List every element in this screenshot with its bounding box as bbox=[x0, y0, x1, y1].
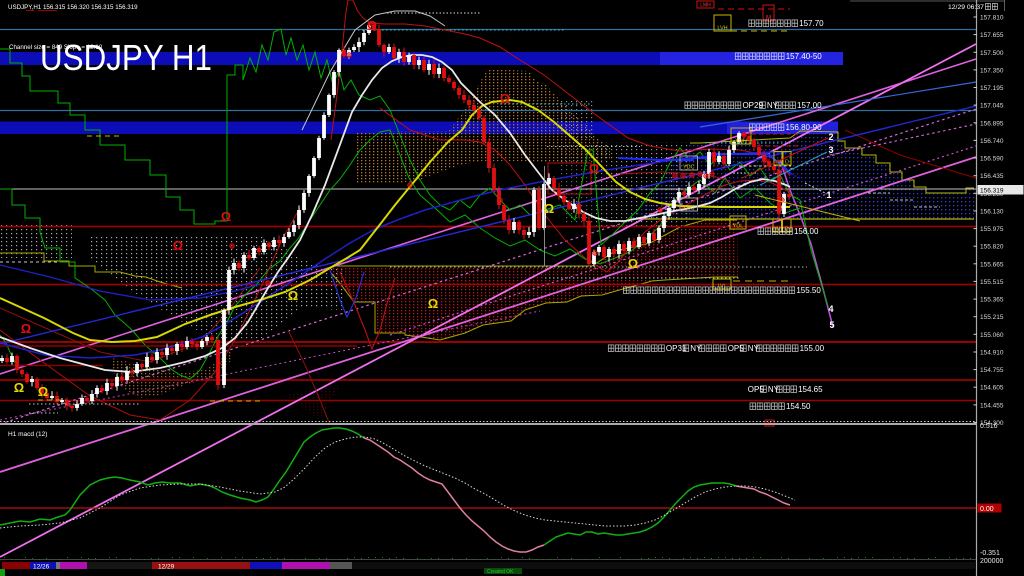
svg-text:155.215: 155.215 bbox=[980, 314, 1004, 321]
svg-text:YDO: YDO bbox=[683, 206, 696, 212]
svg-text:157.195: 157.195 bbox=[980, 85, 1004, 92]
svg-text:156.590: 156.590 bbox=[980, 156, 1004, 163]
svg-text:154.910: 154.910 bbox=[980, 349, 1004, 356]
svg-text:155.975: 155.975 bbox=[980, 226, 1004, 233]
svg-text:Ω: Ω bbox=[589, 161, 599, 176]
svg-text:157.655: 157.655 bbox=[980, 32, 1004, 39]
svg-text:0.00: 0.00 bbox=[980, 506, 994, 513]
svg-text:154.755: 154.755 bbox=[980, 367, 1004, 374]
svg-text:5: 5 bbox=[829, 320, 834, 330]
svg-text:Ω: Ω bbox=[428, 296, 438, 311]
svg-text:157.045: 157.045 bbox=[980, 103, 1004, 110]
svg-text:Ω: Ω bbox=[500, 91, 510, 106]
svg-text:154.50: 154.50 bbox=[786, 402, 811, 411]
svg-text:156.00: 156.00 bbox=[794, 227, 819, 236]
svg-text:156.740: 156.740 bbox=[980, 138, 1004, 145]
svg-text:157.500: 157.500 bbox=[980, 50, 1004, 57]
svg-text:155.515: 155.515 bbox=[980, 279, 1004, 286]
svg-text:Ω: Ω bbox=[288, 288, 298, 303]
svg-text:YDL: YDL bbox=[733, 224, 744, 230]
svg-text:Ω: Ω bbox=[628, 256, 638, 271]
svg-text:Ω: Ω bbox=[544, 201, 554, 216]
svg-text:Ω: Ω bbox=[221, 209, 231, 224]
svg-text:12/29: 12/29 bbox=[158, 564, 175, 571]
svg-text:157.40-50: 157.40-50 bbox=[786, 52, 823, 61]
svg-text:155.665: 155.665 bbox=[980, 261, 1004, 268]
svg-text:155.00: 155.00 bbox=[800, 344, 825, 353]
svg-text:0.516: 0.516 bbox=[980, 423, 998, 430]
svg-text:3: 3 bbox=[828, 145, 833, 155]
svg-text:Channel size = 849 Slope = 12.: Channel size = 849 Slope = 12.10 bbox=[9, 44, 103, 51]
svg-text:156.80-90: 156.80-90 bbox=[786, 123, 823, 132]
svg-text:156.130: 156.130 bbox=[980, 208, 1004, 215]
svg-text:D: D bbox=[785, 160, 789, 166]
svg-text:LVH: LVH bbox=[717, 26, 727, 32]
svg-text:155.50: 155.50 bbox=[796, 286, 821, 295]
svg-text:Ω: Ω bbox=[173, 238, 183, 253]
svg-text:157.70: 157.70 bbox=[799, 19, 824, 28]
svg-text:Created OK: Created OK bbox=[487, 569, 514, 575]
svg-text:154.605: 154.605 bbox=[980, 385, 1004, 392]
svg-text:YDC: YDC bbox=[683, 165, 695, 171]
svg-text:Ω: Ω bbox=[14, 380, 24, 395]
svg-text:Ω: Ω bbox=[38, 384, 48, 399]
svg-text:155.820: 155.820 bbox=[980, 244, 1004, 251]
svg-text:YDH: YDH bbox=[735, 139, 747, 145]
svg-text:LMH: LMH bbox=[700, 3, 711, 9]
svg-text:155.365: 155.365 bbox=[980, 297, 1004, 304]
svg-text:12/29 06:37: 12/29 06:37 bbox=[948, 4, 984, 11]
svg-text:4: 4 bbox=[828, 304, 833, 314]
svg-text:Ω: Ω bbox=[21, 321, 31, 336]
svg-text:200000: 200000 bbox=[980, 558, 1003, 565]
svg-text:157.00: 157.00 bbox=[797, 101, 822, 110]
svg-text:12/26: 12/26 bbox=[33, 564, 50, 571]
svg-text:155.060: 155.060 bbox=[980, 332, 1004, 339]
svg-text:154.65: 154.65 bbox=[798, 385, 823, 394]
svg-text:1: 1 bbox=[826, 190, 831, 200]
svg-text:156.895: 156.895 bbox=[980, 120, 1004, 127]
svg-text:156.319: 156.319 bbox=[980, 187, 1004, 194]
svg-text:156.435: 156.435 bbox=[980, 173, 1004, 180]
svg-text:154.455: 154.455 bbox=[980, 402, 1004, 409]
svg-text:H1 macd (12): H1 macd (12) bbox=[8, 431, 47, 438]
svg-text:157.350: 157.350 bbox=[980, 67, 1004, 74]
svg-text:157.810: 157.810 bbox=[980, 15, 1004, 22]
svg-text:LVL: LVL bbox=[718, 284, 727, 290]
svg-text:-0.351: -0.351 bbox=[980, 550, 1000, 557]
svg-text:USDJPY,H1 156.315 156.320 156: USDJPY,H1 156.315 156.320 156.315 156.31… bbox=[8, 4, 138, 11]
svg-text:2: 2 bbox=[828, 132, 833, 142]
